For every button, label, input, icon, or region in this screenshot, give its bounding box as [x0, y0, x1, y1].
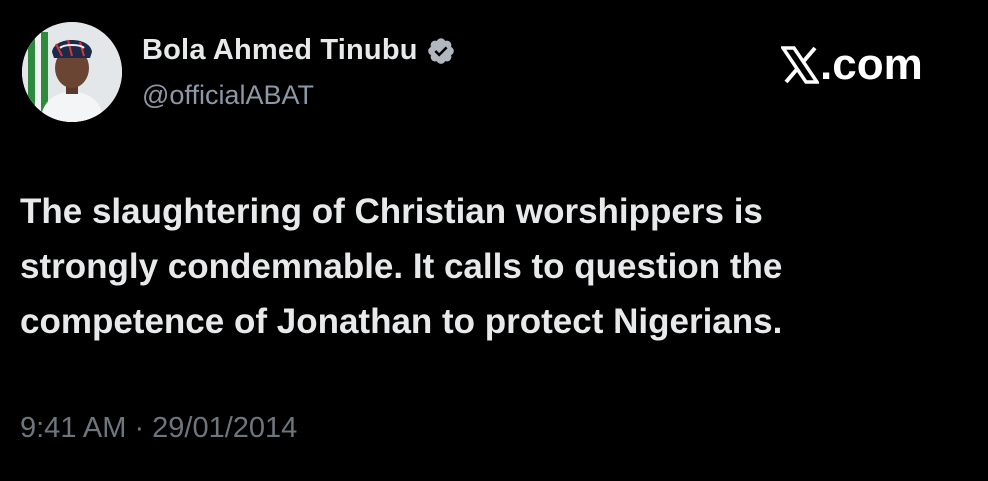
tweet-body-text: The slaughtering of Christian worshipper…: [20, 192, 783, 341]
verified-badge-icon: [426, 36, 456, 66]
x-logo-icon: [779, 45, 821, 85]
x-com-watermark: .com: [779, 40, 923, 90]
author-name-row: Bola Ahmed Tinubu: [142, 34, 456, 67]
author-handle[interactable]: @officialABAT: [142, 80, 314, 111]
avatar[interactable]: [22, 22, 122, 122]
author-display-name[interactable]: Bola Ahmed Tinubu: [142, 34, 418, 67]
tweet-timestamp[interactable]: 9:41 AM · 29/01/2014: [20, 412, 297, 445]
tweet-screenshot: { "author": { "display_name": "Bola Ahme…: [0, 0, 988, 481]
profile-photo-icon: [22, 22, 122, 122]
watermark-domain-text: .com: [820, 40, 923, 89]
